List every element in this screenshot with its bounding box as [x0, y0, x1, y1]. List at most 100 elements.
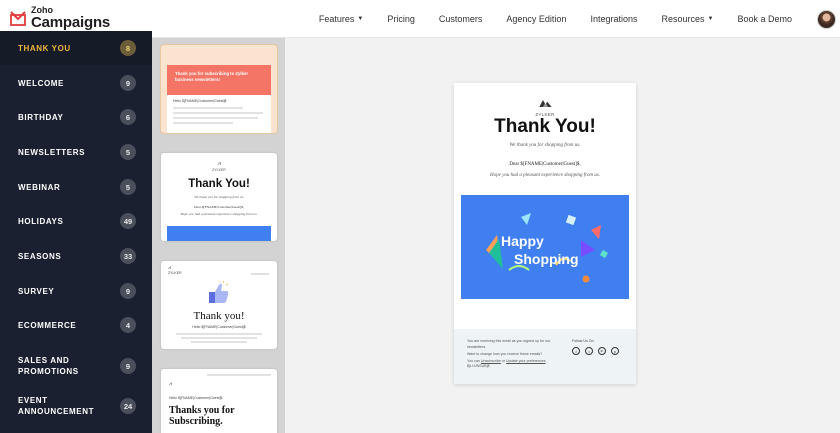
count-badge: 24: [120, 398, 136, 414]
sidebar-item-label: SALES AND PROMOTIONS: [18, 356, 79, 376]
thumbnail-title: Thank you!: [193, 310, 245, 322]
email-preview[interactable]: ZYLKER Thank You! We thank you for shopp…: [454, 83, 636, 384]
count-badge: 33: [120, 248, 136, 264]
email-title: Thank You!: [494, 116, 596, 137]
facebook-icon[interactable]: f: [572, 347, 580, 355]
sidebar-item-ecommerce[interactable]: ECOMMERCE 4: [0, 308, 152, 342]
sidebar-item-seasons[interactable]: SEASONS 33: [0, 239, 152, 273]
chevron-down-icon: ▼: [357, 16, 364, 22]
template-thumbnail-2[interactable]: ⩘ ZYLKER Thank You! We thank you for sho…: [161, 153, 277, 241]
pinterest-icon[interactable]: p: [611, 347, 619, 355]
twitter-icon[interactable]: t: [585, 347, 593, 355]
count-badge: 49: [120, 213, 136, 229]
sidebar-item-webinar[interactable]: WEBINAR 5: [0, 170, 152, 204]
email-brand: ZYLKER: [454, 94, 636, 117]
nav-agency-edition[interactable]: Agency Edition: [494, 14, 578, 24]
sidebar-item-label: SEASONS: [18, 251, 62, 261]
zylker-logo-icon: [538, 100, 552, 107]
banner-shopping-text: Shopping: [514, 251, 579, 267]
sidebar-item-newsletters[interactable]: NEWSLETTERS 5: [0, 135, 152, 169]
template-thumbnail-list: Thank you for subscribing to Zylker busi…: [152, 38, 285, 433]
count-badge: 5: [120, 144, 136, 160]
sidebar-item-sales-and-promotions[interactable]: SALES AND PROMOTIONS 9: [0, 349, 152, 383]
sidebar-item-thank-you[interactable]: THANK YOU 8: [0, 31, 152, 65]
sidebar-item-welcome[interactable]: WELCOME 9: [0, 66, 152, 100]
follow-us-label: Follow Us On: [572, 339, 594, 343]
thumbnail-brand-text: ZYLKER: [212, 168, 226, 172]
update-preferences-link[interactable]: Update your preferences: [506, 359, 546, 363]
banner-decoration-shapes: [486, 213, 609, 283]
count-badge: 9: [120, 283, 136, 299]
template-thumbnail-1[interactable]: Thank you for subscribing to Zylker busi…: [160, 44, 278, 134]
happy-shopping-banner: Happy Shopping: [461, 195, 629, 299]
thumbnail-hope: Hope you had a pleasant experience shopp…: [180, 212, 258, 216]
count-badge: 9: [120, 75, 136, 91]
nav-book-a-demo[interactable]: Book a Demo: [725, 14, 804, 24]
sidebar-item-survey[interactable]: SURVEY 9: [0, 274, 152, 308]
email-footer: You are receiving this email as you sign…: [454, 329, 636, 384]
sidebar-item-event-announcement[interactable]: EVENT ANNOUNCEMENT 24: [0, 389, 152, 423]
count-badge: 9: [120, 358, 136, 374]
thumbnail-banner: [167, 226, 271, 241]
nav-pricing-label: Pricing: [387, 14, 415, 24]
sidebar-item-holidays[interactable]: HOLIDAYS 49: [0, 204, 152, 238]
nav-customers-label: Customers: [438, 14, 483, 24]
count-badge: 4: [120, 317, 136, 333]
thumbnail-title: Thank You!: [188, 178, 250, 190]
footer-line-3-prefix: You can: [467, 358, 480, 363]
footer-unsub-code: $[LI:UNSUB]$: [467, 364, 490, 368]
sidebar-item-label: BIRTHDAY: [18, 112, 64, 122]
count-badge: 5: [120, 179, 136, 195]
template-preview-area: ZYLKER Thank You! We thank you for shopp…: [285, 38, 840, 433]
thumbnail-brand: ⩘ ZYLKER: [168, 266, 182, 276]
thumbnail-greeting: Hello $[FNAME|Customer|Guest]$: [192, 325, 246, 329]
user-avatar[interactable]: [817, 10, 836, 29]
nav-resources[interactable]: Resources ▼: [649, 14, 725, 24]
zoho-campaigns-logo-icon: [9, 9, 27, 27]
unsubscribe-link[interactable]: Unsubscribe: [481, 359, 501, 363]
sidebar-item-label: THANK YOU: [18, 43, 71, 53]
nav-features[interactable]: Features ▼: [307, 14, 375, 24]
linkedin-icon[interactable]: in: [598, 347, 606, 355]
email-hope: Hope you had a pleasant experience shopp…: [490, 173, 600, 178]
footer-line-2: Want to change how you receive these ema…: [467, 352, 543, 356]
zoho-campaigns-logo[interactable]: Zoho Campaigns: [9, 6, 110, 30]
thumbnail-title: Thanks you for Subscribing.: [169, 405, 235, 427]
nav-resources-label: Resources: [661, 14, 705, 24]
nav-pricing[interactable]: Pricing: [375, 14, 427, 24]
footer-line-1: You are receiving this email as you sign…: [467, 339, 551, 349]
thumbs-up-icon: [208, 280, 230, 305]
social-icons: f t in p: [572, 347, 619, 355]
sidebar-item-label: SURVEY: [18, 286, 55, 296]
count-badge: 6: [120, 109, 136, 125]
sidebar-item-label: NEWSLETTERS: [18, 147, 86, 157]
sidebar-item-label: WELCOME: [18, 78, 64, 88]
sidebar-item-label: ECOMMERCE: [18, 320, 77, 330]
thumbnail-greeting: Hello $[FNAME|Customer|Guest]$: [169, 396, 223, 400]
sidebar-item-label: WEBINAR: [18, 182, 61, 192]
category-sidebar: THANK YOU 8 WELCOME 9 BIRTHDAY 6 NEWSLET…: [0, 31, 152, 433]
thumbnail-banner: Thank you for subscribing to Zylker busi…: [167, 65, 271, 95]
chevron-down-icon: ▼: [707, 16, 714, 22]
zylker-logo-icon: ⩘: [217, 161, 221, 167]
email-subtitle: We thank you for shopping from us.: [509, 143, 581, 148]
nav-integrations[interactable]: Integrations: [578, 14, 649, 24]
footer-text: You are receiving this email as you sign…: [467, 339, 567, 370]
nav-agency-edition-label: Agency Edition: [506, 14, 567, 24]
thumbnail-body: Hello $[FNAME|Customer|Guest]$: [167, 95, 271, 133]
sidebar-item-birthday[interactable]: BIRTHDAY 6: [0, 100, 152, 134]
template-thumbnail-4[interactable]: ⩘ Hello $[FNAME|Customer|Guest]$ Thanks …: [161, 369, 277, 433]
footer-or: or: [501, 358, 506, 363]
thumbnail-brand-text: ZYLKER: [168, 271, 182, 275]
thumbnail-brand: ⩘ ZYLKER: [161, 161, 277, 172]
nav-book-a-demo-label: Book a Demo: [737, 14, 792, 24]
template-thumbnail-3[interactable]: ⩘ ZYLKER Thank you! Hello $[FNAME|Custom…: [161, 261, 277, 349]
thumbnail-greeting: Hello $[FNAME|Customer|Guest]$: [173, 99, 227, 103]
zylker-logo-icon: ⩘: [169, 381, 172, 387]
thumbnail-dear: Dear $[FNAME|Customer|Guest]$,: [194, 205, 244, 209]
nav-integrations-label: Integrations: [590, 14, 638, 24]
sidebar-item-label: HOLIDAYS: [18, 216, 64, 226]
thumbnail-subtitle: We thank you for shopping from us.: [194, 195, 244, 199]
nav-customers[interactable]: Customers: [427, 14, 495, 24]
thumbnail-banner-text: Thank you for subscribing to Zylker busi…: [175, 71, 249, 82]
